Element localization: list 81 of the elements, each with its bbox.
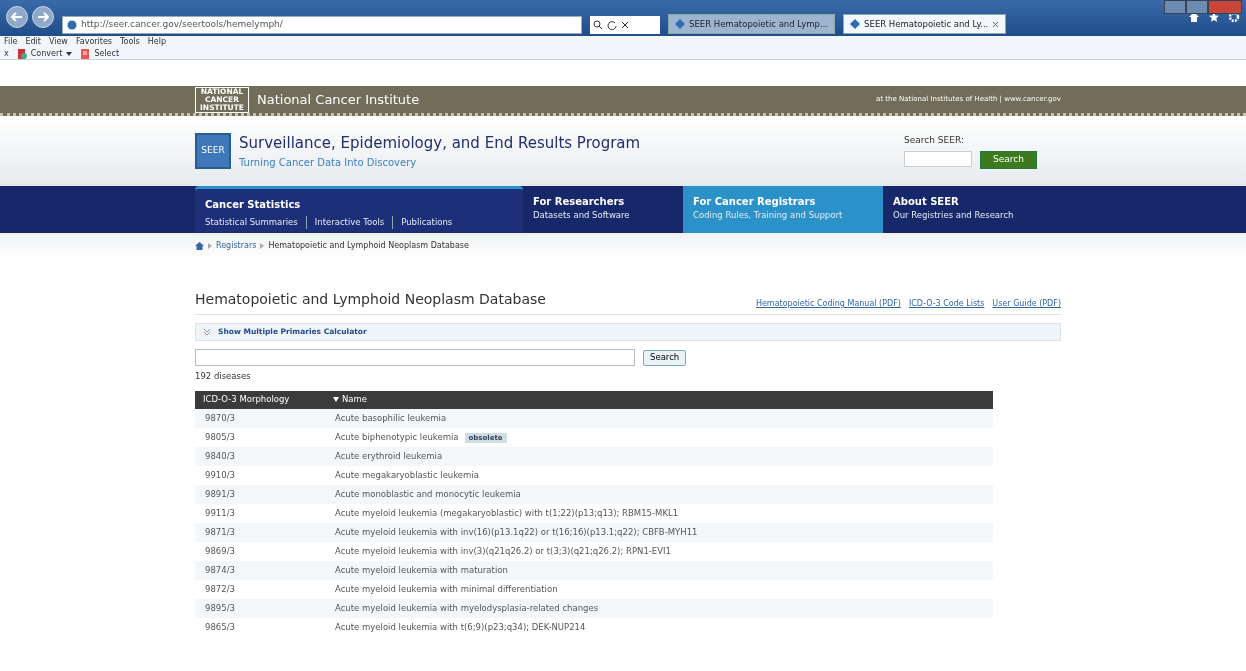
nav-section[interactable]: For Cancer Registrars Coding Rules, Training and Support: [683, 186, 883, 233]
nav-section[interactable]: Cancer Statistics Statistical Summaries Interactive Tools Publications: [195, 186, 523, 233]
chevron-icon: [260, 243, 265, 249]
browser-tab[interactable]: SEER Hematopoietic and Lymp...: [668, 14, 836, 34]
sort-down-icon[interactable]: [333, 397, 339, 403]
disease-link[interactable]: Acute myeloid leukemia with inv(3)(q21q26.2) or t(3;3)(q21;q26.2); RPN1-EVI1: [335, 545, 671, 556]
address-bar[interactable]: http://seer.cancer.gov/seertools/hemelymph/: [62, 16, 582, 34]
search-button[interactable]: Search: [980, 151, 1037, 169]
disease-link[interactable]: Acute erythroid leukemia: [335, 450, 443, 461]
nav-title[interactable]: Cancer Statistics: [205, 197, 513, 212]
menu-item[interactable]: Help: [147, 36, 166, 48]
forward-arrow-icon: [37, 12, 49, 22]
disease-link[interactable]: Acute myeloid leukemia (megakaryoblastic) with t(1;22)(p13;q13); RBM15-MKL1: [335, 507, 679, 518]
expand-icon: [204, 329, 210, 335]
document-icon: [16, 48, 27, 59]
menu-item[interactable]: View: [48, 36, 68, 48]
disease-link[interactable]: Acute monoblastic and monocytic leukemia: [335, 488, 521, 499]
nav-subtitle[interactable]: Datasets and Software: [533, 209, 673, 222]
column-header[interactable]: Name: [325, 390, 993, 409]
close-toolbar-button[interactable]: x: [4, 47, 9, 60]
menu-item[interactable]: Tools: [120, 36, 140, 48]
search-field[interactable]: [904, 151, 973, 167]
caret-icon[interactable]: [66, 51, 73, 56]
breadcrumb-link[interactable]: Registrars: [216, 240, 257, 252]
back-button[interactable]: [6, 6, 28, 28]
nav-subtitle[interactable]: Our Registries and Research: [893, 209, 1051, 222]
search-icon[interactable]: [593, 20, 603, 30]
disease-link[interactable]: Acute biphenotypic leukemia: [335, 431, 459, 442]
code-cell: 9805/3: [195, 427, 325, 447]
browser-tab[interactable]: SEER Hematopoietic and Ly...: [843, 14, 1007, 34]
nav-title[interactable]: For Cancer Registrars: [693, 194, 873, 209]
chevron-icon: [208, 243, 212, 249]
result-count: 192 diseases: [195, 370, 252, 383]
column-header[interactable]: ICD-O-3 Morphology: [195, 390, 325, 409]
code-cell: 9911/3: [195, 503, 325, 523]
code-cell: 9910/3: [195, 465, 325, 485]
seer-logo[interactable]: SEER: [195, 133, 231, 169]
code-cell: 9872/3: [195, 579, 325, 599]
nav-link[interactable]: Interactive Tools: [314, 216, 385, 229]
code-cell: 9871/3: [195, 522, 325, 542]
disease-link[interactable]: Acute megakaryoblastic leukemia: [335, 469, 479, 480]
site-title: Surveillance, Epidemiology, and End Results Program: [239, 133, 641, 155]
page-title: Hematopoietic and Lymphoid Neoplasm Database: [195, 290, 546, 309]
toolbar-button[interactable]: Convert: [30, 47, 63, 60]
search-field[interactable]: [195, 349, 635, 366]
forward-button[interactable]: [32, 6, 54, 28]
document-link[interactable]: User Guide (PDF): [992, 298, 1061, 310]
code-cell: 9869/3: [195, 541, 325, 561]
menu-item[interactable]: File: [4, 36, 18, 48]
document-link[interactable]: ICD-O-3 Code Lists: [908, 298, 985, 310]
nav-link[interactable]: Publications: [401, 216, 453, 229]
document-link[interactable]: Hematopoietic Coding Manual (PDF): [755, 298, 901, 310]
code-cell: 9891/3: [195, 484, 325, 504]
search-label: Search SEER:: [904, 133, 965, 147]
breadcrumb-current: Hematopoietic and Lymphoid Neoplasm Database: [268, 240, 469, 252]
agency-name: National Cancer Institute: [257, 90, 420, 109]
site-subtitle: Turning Cancer Data Into Discovery: [239, 155, 418, 170]
menu-item[interactable]: Favorites: [75, 36, 112, 48]
back-arrow-icon: [11, 12, 23, 22]
disease-link[interactable]: Acute basophilic leukemia: [335, 412, 447, 423]
nav-section[interactable]: For Researchers Datasets and Software: [523, 186, 683, 233]
code-cell: 9874/3: [195, 560, 325, 580]
code-cell: 9865/3: [195, 617, 325, 637]
toolbar-button[interactable]: Select: [94, 47, 120, 60]
disease-link[interactable]: Acute myeloid leukemia with t(6;9)(p23;q34); DEK-NUP214: [335, 621, 586, 632]
disease-link[interactable]: Acute myeloid leukemia with minimal differentiation: [335, 583, 558, 594]
nav-title[interactable]: About SEER: [893, 194, 1051, 209]
nav-link[interactable]: Statistical Summaries: [205, 216, 298, 229]
code-cell: 9895/3: [195, 598, 325, 618]
home-icon[interactable]: [195, 242, 204, 250]
menu-item[interactable]: Edit: [25, 36, 41, 48]
nav-title[interactable]: For Researchers: [533, 194, 673, 209]
code-cell: 9840/3: [195, 446, 325, 466]
refresh-icon[interactable]: [607, 20, 617, 30]
close-icon[interactable]: [621, 21, 629, 29]
search-button[interactable]: Search: [643, 349, 687, 366]
document-icon: [80, 48, 91, 59]
home-icon[interactable]: [1188, 11, 1200, 23]
settings-icon[interactable]: [1228, 11, 1240, 23]
nav-section[interactable]: About SEER Our Registries and Research: [883, 186, 1061, 233]
disease-link[interactable]: Acute myeloid leukemia with maturation: [335, 564, 508, 575]
